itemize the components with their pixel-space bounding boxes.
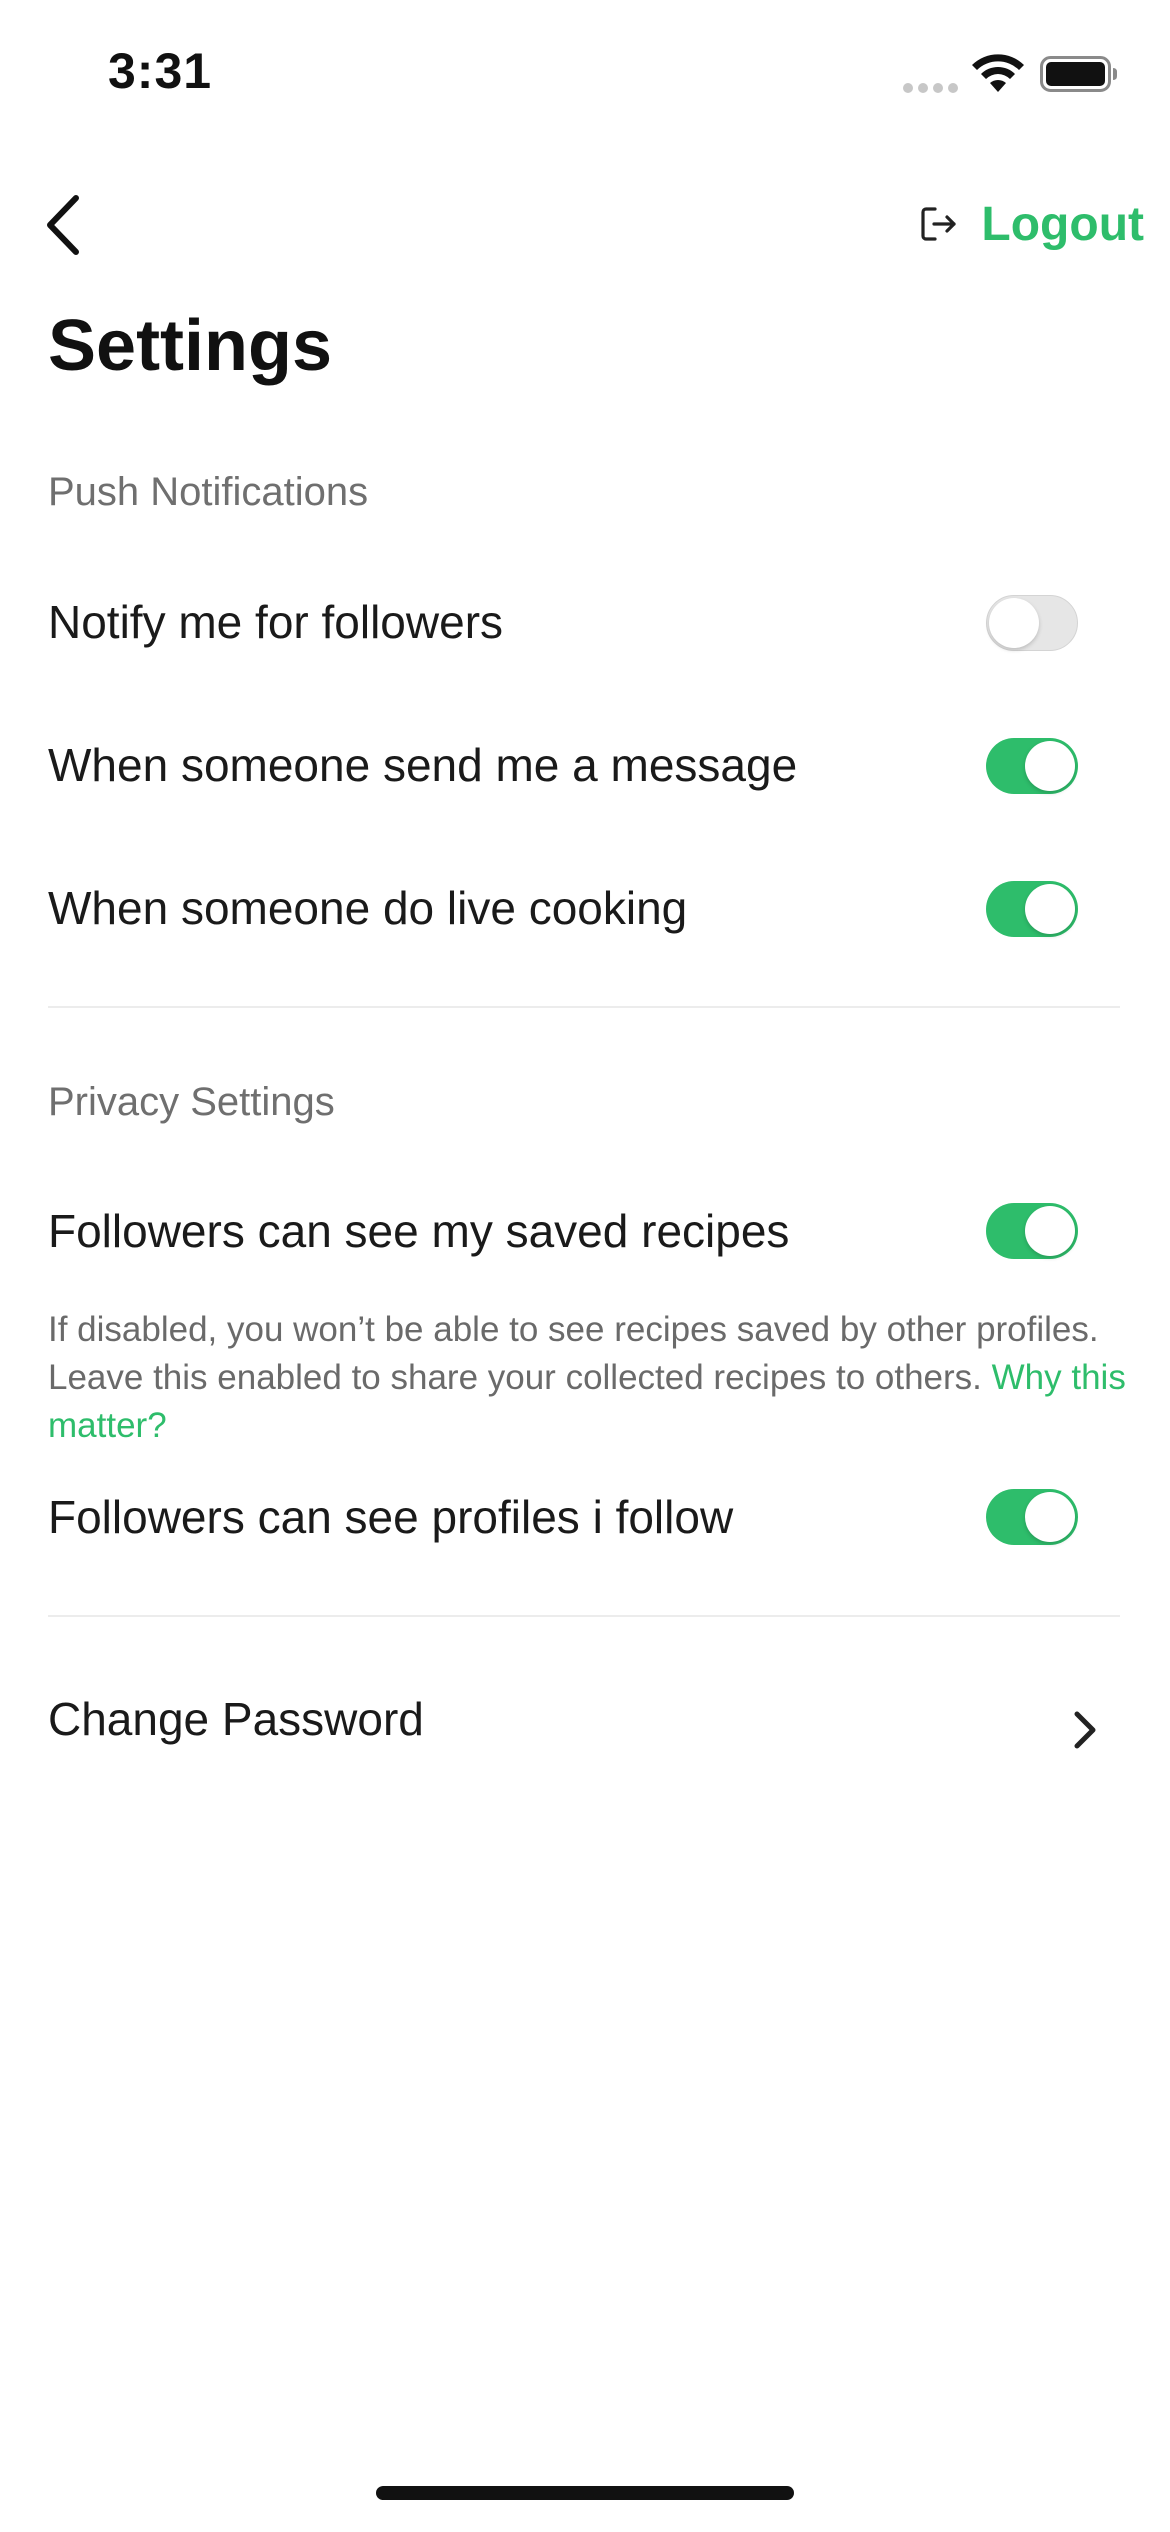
toggle-knob [1025,884,1075,934]
chevron-right-icon[interactable] [1070,1708,1100,1752]
saved-recipes-help-text: If disabled, you won’t be able to see re… [48,1306,1128,1450]
logout-label: Logout [981,197,1144,251]
back-button[interactable] [36,190,96,260]
toggle-notify-followers[interactable] [986,595,1078,651]
toggle-knob [1025,741,1075,791]
cellular-signal-icon [903,83,958,93]
help-text-body: If disabled, you won’t be able to see re… [48,1310,1099,1397]
home-indicator [376,2486,794,2500]
setting-label-message[interactable]: When someone send me a message [48,738,797,792]
battery-icon [1040,56,1117,92]
settings-screen: 3:31 Logout Settings Push Notifications … [0,0,1170,2532]
status-time: 3:31 [108,43,213,99]
status-bar: 3:31 [0,0,1170,150]
setting-label-live-cooking[interactable]: When someone do live cooking [48,881,687,935]
toggle-saved-recipes[interactable] [986,1203,1078,1259]
toggle-knob [989,598,1039,648]
change-password-row[interactable]: Change Password [48,1692,424,1746]
wifi-icon [972,54,1024,92]
toggle-message[interactable] [986,738,1078,794]
logout-icon [921,207,957,241]
logout-button[interactable]: Logout [919,192,1144,256]
toggle-live-cooking[interactable] [986,881,1078,937]
section-label-privacy-settings: Privacy Settings [48,1080,335,1124]
setting-label-profiles-follow[interactable]: Followers can see profiles i follow [48,1490,733,1544]
section-label-push-notifications: Push Notifications [48,470,369,514]
setting-label-notify-followers[interactable]: Notify me for followers [48,595,503,649]
toggle-profiles-follow[interactable] [986,1489,1078,1545]
setting-label-saved-recipes[interactable]: Followers can see my saved recipes [48,1204,789,1258]
toggle-knob [1025,1206,1075,1256]
toggle-knob [1025,1492,1075,1542]
section-divider [48,1006,1120,1008]
page-title: Settings [48,306,333,386]
section-divider [48,1615,1120,1617]
